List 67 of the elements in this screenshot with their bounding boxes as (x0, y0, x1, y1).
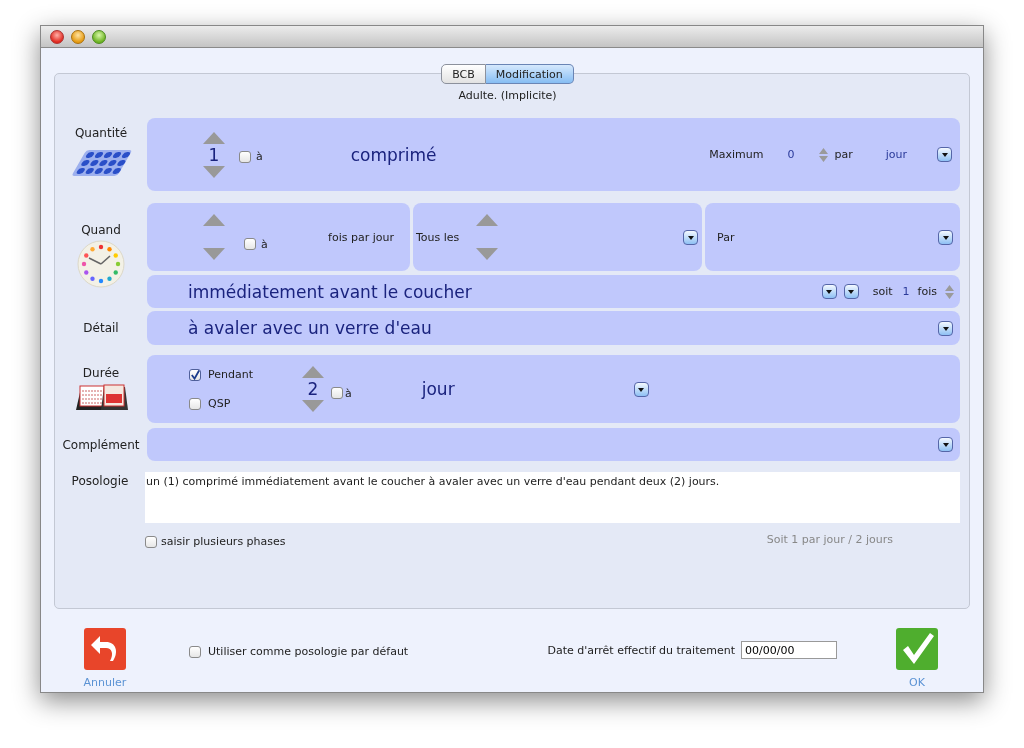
checkbox[interactable] (189, 368, 201, 381)
date-field[interactable]: 00/00/00 (741, 641, 837, 659)
checkbox-label: Utiliser comme posologie par défaut (208, 645, 409, 658)
duration-unit: jour (421, 379, 455, 399)
checkbox-label: saisir plusieurs phases (161, 535, 286, 548)
range-label: à (261, 237, 268, 251)
stop-date-label: Date d'arrêt effectif du traitement (547, 643, 735, 657)
tab[interactable]: BCB (441, 64, 486, 84)
per-label: par (834, 148, 853, 161)
range-label: à (256, 150, 263, 163)
detail-label: Détail (83, 321, 119, 335)
dropdown-button[interactable] (633, 381, 649, 397)
times-label: fois (917, 285, 937, 298)
maximum-label: Maximum (709, 148, 764, 161)
posology-label: Posologie (71, 474, 129, 488)
close-button[interactable] (50, 29, 64, 44)
posology-field[interactable]: un (1) comprimé immédiatement avant le coucher à avaler avec un verre d'eau pendant deux (2) jours. (145, 472, 960, 523)
dropdown-button[interactable] (937, 147, 952, 162)
every-label: Tous les (416, 230, 460, 244)
unit-value: comprimé (350, 144, 437, 165)
down-arrow-button[interactable] (476, 248, 499, 260)
detail-value: à avaler avec un verre d'eau (188, 318, 432, 338)
zoom-button[interactable] (92, 29, 106, 44)
up-arrow-button[interactable] (203, 131, 225, 144)
checkbox[interactable] (189, 645, 201, 658)
quantity-value: 1 (208, 143, 220, 166)
stepper-arrows[interactable] (819, 146, 829, 163)
checkbox[interactable] (145, 535, 157, 548)
dropdown-button[interactable] (843, 284, 859, 299)
tab[interactable]: Modification (485, 64, 574, 84)
dosage-summary: Soit 1 par jour / 2 jours (766, 533, 893, 546)
clock-icon (77, 240, 125, 288)
down-arrow-button[interactable] (203, 248, 225, 260)
option-label: QSP (208, 397, 231, 410)
duration-label: Durée (82, 366, 120, 380)
by-label: Par (717, 230, 735, 244)
checkmark-icon (896, 628, 938, 670)
dropdown-button[interactable] (821, 284, 837, 299)
dropdown-button[interactable] (938, 229, 953, 245)
option-label: Pendant (208, 368, 253, 381)
up-arrow-button[interactable] (302, 366, 324, 378)
when-label: Quand (81, 223, 121, 237)
up-arrow-button[interactable] (476, 214, 499, 226)
checkbox[interactable] (244, 238, 256, 250)
dropdown-button[interactable] (938, 437, 953, 452)
dropdown-button[interactable] (938, 320, 953, 336)
checkbox[interactable] (239, 150, 251, 163)
maximum-value: 0 (787, 148, 795, 161)
duration-value: 2 (307, 378, 319, 400)
down-arrow-button[interactable] (302, 400, 324, 412)
stepper-arrows[interactable] (945, 283, 954, 300)
complement-label: Complément (62, 437, 140, 452)
range-label: à (345, 386, 352, 400)
soit-label: soit (872, 285, 893, 298)
minimize-button[interactable] (71, 29, 85, 44)
dropdown-button[interactable] (683, 229, 698, 245)
quantity-label: Quantité (74, 126, 128, 140)
times-per-day-label: fois par jour (328, 230, 394, 244)
moment-value: immédiatement avant le coucher (188, 281, 472, 302)
checkbox[interactable] (331, 387, 343, 399)
checkbox[interactable] (189, 397, 201, 410)
count-value: 1 (902, 285, 910, 298)
period-value: jour (885, 148, 907, 161)
up-arrow-button[interactable] (203, 214, 225, 226)
down-arrow-button[interactable] (203, 165, 225, 178)
desk-calendar-icon (73, 382, 129, 412)
profile-label: Adulte. (Implicite) (457, 89, 558, 102)
